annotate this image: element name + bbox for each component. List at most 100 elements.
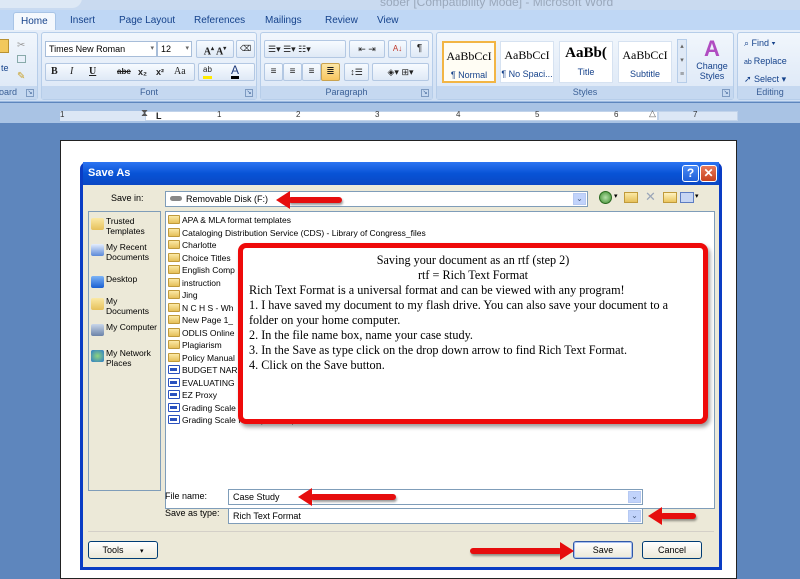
copy-icon[interactable] [17, 55, 26, 63]
styles-scroll[interactable]: ▴ ▾ ≡ [677, 39, 687, 83]
paragraph-group-label: Paragraph [261, 86, 432, 99]
ruler-margin-left [60, 111, 145, 121]
find-button[interactable]: ⌕ Find ▾ [744, 38, 775, 49]
file-list-item[interactable]: Jing [168, 289, 198, 301]
tab-review[interactable]: Review [318, 12, 365, 30]
tab-mailings[interactable]: Mailings [258, 12, 309, 30]
indent-marker-icon[interactable]: ⧗ [141, 108, 148, 119]
font-dialog-launcher[interactable]: ↘ [245, 89, 253, 97]
change-case-button[interactable]: Aa [174, 64, 186, 80]
list-buttons[interactable]: ☰▾ ☰▾ ☷▾ [264, 40, 346, 58]
style-preview: AaBbCcI [622, 48, 668, 62]
views-dropdown-icon[interactable]: ▾ [695, 192, 699, 200]
file-list-item[interactable]: APA & MLA format templates [168, 214, 291, 226]
font-size-combo[interactable]: 12 ▾ [157, 41, 192, 57]
up-folder-icon[interactable] [624, 192, 638, 203]
clear-formatting-button[interactable]: ⌫ [236, 40, 255, 58]
new-folder-icon[interactable] [663, 192, 677, 203]
file-list-item[interactable]: instruction [168, 277, 221, 289]
style-subtitle[interactable]: AaBbCcI Subtitle [618, 41, 672, 83]
shading-borders-buttons[interactable]: ◈▾ ⊞▾ [372, 63, 429, 81]
show-formatting-button[interactable]: ¶ [410, 40, 429, 58]
replace-icon: ab [744, 59, 754, 66]
superscript-button[interactable]: x² [156, 64, 164, 80]
change-styles-button[interactable]: A Change Styles [692, 37, 732, 82]
select-button[interactable]: ➚ Select ▾ [744, 74, 786, 85]
chevron-down-icon[interactable]: ⌄ [573, 193, 586, 205]
paragraph-dialog-launcher[interactable]: ↘ [421, 89, 429, 97]
style-no-spacing[interactable]: AaBbCcI ¶ No Spaci... [500, 41, 554, 83]
file-name: New Page 1_ [182, 315, 234, 325]
file-list-item[interactable]: English Comp [168, 264, 235, 276]
file-name-input[interactable]: Case Study ⌄ [228, 489, 643, 505]
file-list-item[interactable]: ODLIS Online [168, 327, 234, 339]
justify-button[interactable]: ≣ [321, 63, 340, 81]
tab-references[interactable]: References [187, 12, 252, 30]
chevron-down-icon[interactable]: ⌄ [628, 491, 641, 503]
save-button[interactable]: Save [573, 541, 633, 559]
file-list-item[interactable]: Charlotte [168, 239, 217, 251]
save-as-type-select[interactable]: Rich Text Format ⌄ [228, 508, 643, 524]
tools-button[interactable]: Tools ▾ [88, 541, 158, 559]
tab-view[interactable]: View [370, 12, 406, 30]
delete-icon[interactable]: ✕ [645, 189, 656, 205]
views-icon[interactable] [680, 192, 694, 203]
align-left-button[interactable]: ≡ [264, 63, 283, 81]
text-highlight-button[interactable]: ab [203, 64, 212, 79]
paste-icon[interactable] [0, 39, 9, 53]
file-list-item[interactable]: New Page 1_ [168, 314, 233, 326]
back-dropdown-icon[interactable]: ▾ [614, 192, 618, 200]
horizontal-ruler[interactable]: 1 1 2 3 4 5 6 7 ⧗ L △ [0, 103, 800, 123]
align-center-button[interactable]: ≡ [283, 63, 302, 81]
sort-button[interactable]: A↓ [388, 40, 407, 58]
file-list-item[interactable]: BUDGET NAR [168, 364, 238, 376]
underline-button[interactable]: U [89, 64, 96, 80]
italic-button[interactable]: I [70, 64, 73, 80]
line-spacing-button[interactable]: ↕☰ [344, 63, 369, 81]
font-group: Times New Roman ▾ 12 ▾ A▴ A▾ ⌫ B I U abe x… [41, 32, 257, 100]
font-name-combo[interactable]: Times New Roman ▾ [45, 41, 157, 57]
close-button[interactable]: ✕ [700, 165, 717, 182]
replace-button[interactable]: ab Replace [744, 56, 787, 66]
quick-access-toolbar[interactable] [0, 0, 82, 8]
paste-label[interactable]: te [1, 63, 9, 73]
tab-page-layout[interactable]: Page Layout [112, 12, 182, 30]
help-button[interactable]: ? [682, 165, 699, 182]
strikethrough-button[interactable]: abe [117, 64, 131, 80]
ribbon: te ✂ ✎ oard ↘ Times New Roman ▾ 12 ▾ A▴ A▾… [0, 30, 800, 102]
file-list-item[interactable]: EVALUATING [168, 377, 235, 389]
format-painter-icon[interactable]: ✎ [17, 71, 25, 82]
grow-shrink-font-buttons[interactable]: A▴ A▾ [196, 40, 234, 58]
font-color-button[interactable]: A [231, 64, 240, 79]
tab-insert[interactable]: Insert [63, 12, 102, 30]
style-normal[interactable]: AaBbCcI ¶ Normal [442, 41, 496, 83]
style-title[interactable]: AaBb(Title [559, 41, 613, 83]
style-name: ¶ No Spaci... [501, 69, 553, 79]
indent-buttons[interactable]: ⇤ ⇥ [349, 40, 385, 58]
align-right-button[interactable]: ≡ [302, 63, 321, 81]
clipboard-dialog-launcher[interactable]: ↘ [26, 89, 34, 97]
file-list-item[interactable]: Policy Manual [168, 352, 235, 364]
cut-icon[interactable]: ✂ [17, 40, 25, 51]
ruler-number: 5 [535, 110, 540, 119]
subscript-button[interactable]: x₂ [138, 64, 147, 80]
cancel-button[interactable]: Cancel [642, 541, 702, 559]
arrow-save-button [470, 542, 574, 560]
tab-stop-icon[interactable]: L [156, 111, 162, 121]
back-icon[interactable] [599, 191, 612, 204]
tab-home[interactable]: Home [13, 12, 56, 30]
file-list-item[interactable]: Cataloging Distribution Service (CDS) - … [168, 227, 426, 239]
word-document-icon [168, 377, 180, 387]
file-list-item[interactable]: EZ Proxy [168, 389, 217, 401]
chevron-down-icon[interactable]: ⌄ [628, 510, 641, 522]
file-list-item[interactable]: Plagiarism [168, 339, 222, 351]
file-list-item[interactable]: Choice Titles [168, 252, 231, 264]
ruler-number: 2 [296, 110, 301, 119]
file-list-item[interactable]: N C H S - Wh [168, 302, 233, 314]
styles-dialog-launcher[interactable]: ↘ [722, 89, 730, 97]
save-in-combo[interactable]: Removable Disk (F:) ⌄ [165, 191, 588, 207]
bold-button[interactable]: B [51, 64, 58, 80]
right-indent-marker-icon[interactable]: △ [649, 108, 656, 119]
arrow-file-name [298, 488, 396, 506]
file-name: ODLIS Online [182, 327, 235, 338]
